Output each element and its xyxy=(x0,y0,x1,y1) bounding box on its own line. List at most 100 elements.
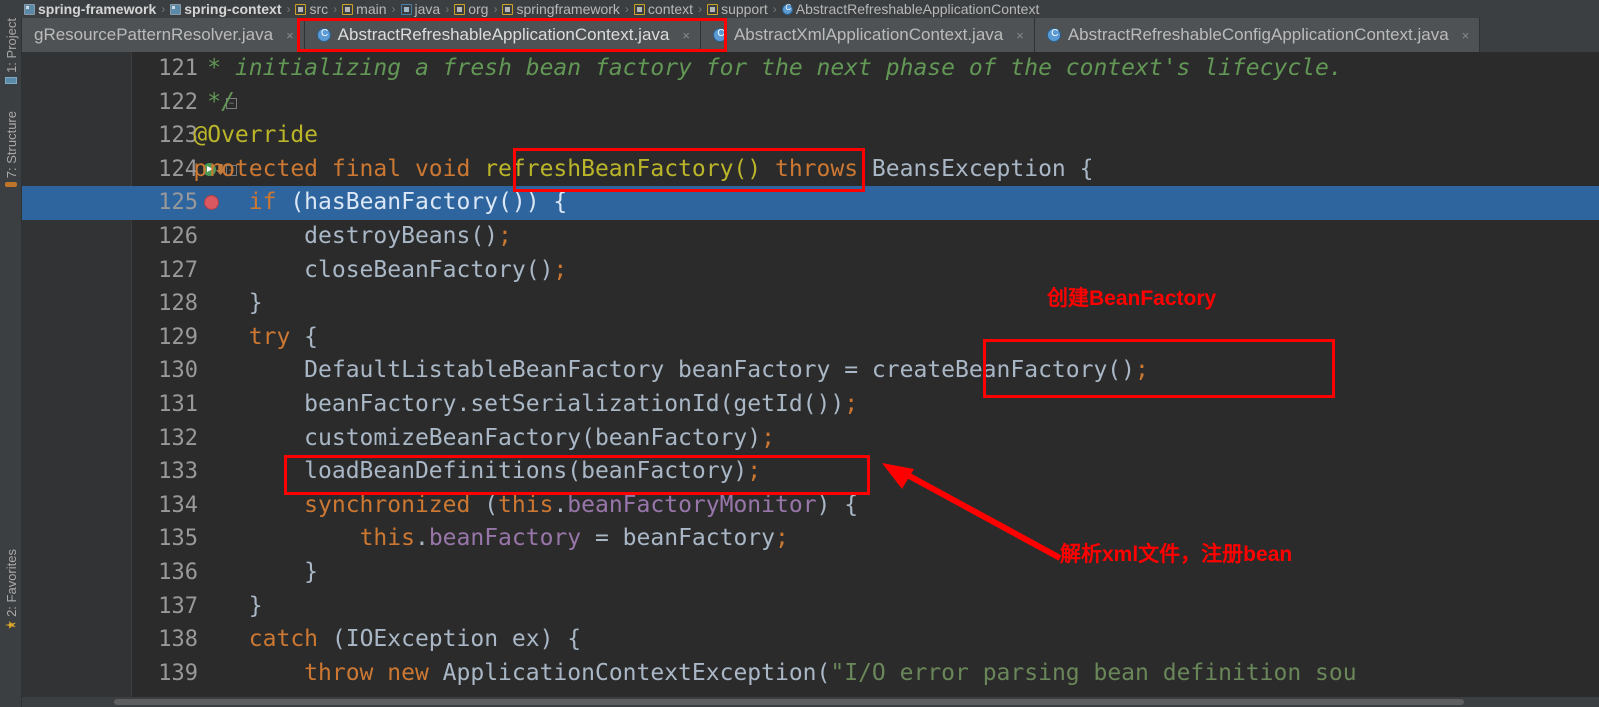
code-line-text: catch (IOException ex) { xyxy=(248,626,582,653)
editor-tab-bar: gResourcePatternResolver.java × Abstract… xyxy=(0,18,1599,52)
code-line-row[interactable]: 122− */ xyxy=(132,86,1599,120)
tab-abstract-xml-application-context[interactable]: AbstractXmlApplicationContext.java × xyxy=(700,18,1035,52)
code-line-text: * initializing a fresh bean factory for … xyxy=(138,55,1343,81)
horizontal-scrollbar[interactable] xyxy=(22,697,1599,707)
folder-icon xyxy=(707,3,719,15)
code-line-row[interactable]: 131 beanFactory.setSerializationId(getId… xyxy=(132,388,1599,422)
breadcrumb-item-org[interactable]: org xyxy=(450,0,492,18)
ide-window: spring-framework › spring-context › src … xyxy=(0,0,1599,707)
class-icon xyxy=(316,28,332,42)
tool-window-label: 1: Project xyxy=(3,18,19,73)
breadcrumb-label: org xyxy=(468,1,489,17)
breadcrumb-item-class[interactable]: AbstractRefreshableApplicationContext xyxy=(778,0,1044,18)
project-icon xyxy=(5,76,17,84)
code-line-text: throw new ApplicationContextException("I… xyxy=(304,659,1357,686)
code-line-text: */ xyxy=(138,88,235,115)
code-line-row[interactable]: 129 try { xyxy=(132,321,1599,355)
breadcrumb-label: src xyxy=(309,1,329,17)
code-line-row[interactable]: 124− protected final void refreshBeanFac… xyxy=(132,153,1599,187)
tab-label: AbstractRefreshableApplicationContext.ja… xyxy=(337,25,670,44)
code-line-row[interactable]: 138 catch (IOException ex) { xyxy=(132,623,1599,657)
module-icon xyxy=(24,3,35,15)
structure-icon xyxy=(5,182,17,187)
code-line-row[interactable]: 128 } xyxy=(132,287,1599,321)
code-editor[interactable]: 121 * initializing a fresh bean factory … xyxy=(22,52,1599,697)
code-line-text: } xyxy=(138,558,319,585)
code-line-text: } xyxy=(138,592,263,619)
class-icon xyxy=(712,28,728,42)
code-line-text: this.beanFactory = beanFactory; xyxy=(359,525,789,552)
folder-icon xyxy=(502,3,514,15)
code-line-text: try { xyxy=(248,323,319,350)
breadcrumb-item-java[interactable]: java xyxy=(397,0,445,18)
tab-abstract-refreshable-application-context[interactable]: AbstractRefreshableApplicationContext.ja… xyxy=(304,18,701,52)
folder-icon xyxy=(633,3,645,15)
code-line-row[interactable]: 135 this.beanFactory = beanFactory; xyxy=(132,522,1599,556)
source-folder-icon xyxy=(400,3,412,15)
code-line-text: protected final void refreshBeanFactory(… xyxy=(193,155,1094,182)
code-line-row[interactable]: 133 loadBeanDefinitions(beanFactory); xyxy=(132,455,1599,489)
folder-icon xyxy=(342,3,354,15)
close-icon[interactable]: × xyxy=(286,28,294,43)
code-line-text: beanFactory.setSerializationId(getId()); xyxy=(138,390,859,417)
close-icon[interactable]: × xyxy=(682,28,690,43)
breadcrumb: spring-framework › spring-context › src … xyxy=(0,0,1599,18)
breadcrumb-item-support[interactable]: support xyxy=(703,0,772,18)
code-line-text: synchronized (this.beanFactoryMonitor) { xyxy=(304,491,859,518)
tool-window-structure[interactable]: 7: Structure xyxy=(0,111,22,187)
left-tool-window-bar: 1: Project 7: Structure 2: Favorites xyxy=(0,18,22,707)
code-line-text: loadBeanDefinitions(beanFactory); xyxy=(138,458,762,485)
code-line-row[interactable]: 139 throw new ApplicationContextExceptio… xyxy=(132,657,1599,691)
create-bean-factory-note: 创建BeanFactory xyxy=(1047,287,1217,310)
breadcrumb-item-springframework[interactable]: springframework xyxy=(498,0,623,18)
favorites-icon xyxy=(5,621,17,629)
breadcrumb-label: spring-framework xyxy=(38,1,157,17)
code-line-text: if (hasBeanFactory()) { xyxy=(248,189,568,216)
code-line-row[interactable]: 130 DefaultListableBeanFactory beanFacto… xyxy=(132,354,1599,388)
breadcrumb-label: java xyxy=(414,1,441,17)
breadcrumb-item-spring-context[interactable]: spring-context xyxy=(166,0,285,18)
scrollbar-thumb[interactable] xyxy=(114,699,1464,705)
code-line-text: destroyBeans(); xyxy=(138,222,512,249)
folder-icon xyxy=(295,3,307,15)
code-line-text: closeBeanFactory(); xyxy=(138,256,568,283)
tool-window-project[interactable]: 1: Project xyxy=(0,18,22,84)
breadcrumb-label: springframework xyxy=(516,1,620,17)
breadcrumb-item-spring-framework[interactable]: spring-framework xyxy=(20,0,160,18)
code-line-row[interactable]: 126 destroyBeans(); xyxy=(132,220,1599,254)
tab-resource-pattern-resolver[interactable]: gResourcePatternResolver.java × xyxy=(22,18,305,52)
tab-label: AbstractRefreshableConfigApplicationCont… xyxy=(1067,25,1449,44)
breadcrumb-label: AbstractRefreshableApplicationContext xyxy=(795,1,1040,17)
code-line-text: @Override xyxy=(138,122,319,149)
code-line-row[interactable]: 136 } xyxy=(132,556,1599,590)
breadcrumb-label: main xyxy=(356,1,387,17)
breadcrumb-item-context[interactable]: context xyxy=(630,0,697,18)
breadcrumb-item-main[interactable]: main xyxy=(338,0,390,18)
close-icon[interactable]: × xyxy=(1462,28,1470,43)
tool-window-favorites[interactable]: 2: Favorites xyxy=(0,549,22,629)
code-line-row[interactable]: 134 synchronized (this.beanFactoryMonito… xyxy=(132,489,1599,523)
code-line-row[interactable]: 123 @Override xyxy=(132,119,1599,153)
tab-label: gResourcePatternResolver.java xyxy=(34,25,274,44)
code-line-text: } xyxy=(138,290,263,317)
code-line-row[interactable]: 125 if (hasBeanFactory()) { xyxy=(22,186,1599,220)
breadcrumb-label: context xyxy=(647,1,694,17)
class-icon xyxy=(1046,28,1062,42)
module-icon xyxy=(170,3,182,15)
load-bean-definitions-note: 解析xml文件，注册bean xyxy=(1060,543,1293,566)
code-line-row[interactable]: 127 closeBeanFactory(); xyxy=(132,254,1599,288)
code-lines[interactable]: 121 * initializing a fresh bean factory … xyxy=(22,52,1599,697)
class-icon xyxy=(781,3,794,15)
tool-window-label: 2: Favorites xyxy=(3,549,19,617)
breadcrumb-label: spring-context xyxy=(184,1,282,17)
code-line-row[interactable]: 132 customizeBeanFactory(beanFactory); xyxy=(132,422,1599,456)
code-line-text: DefaultListableBeanFactory beanFactory =… xyxy=(138,357,1149,384)
code-line-row[interactable]: 121 * initializing a fresh bean factory … xyxy=(132,52,1599,86)
breadcrumb-item-src[interactable]: src xyxy=(291,0,332,18)
code-line-row[interactable]: 137 } xyxy=(132,590,1599,624)
tab-abstract-refreshable-config-application-context[interactable]: AbstractRefreshableConfigApplicationCont… xyxy=(1034,18,1481,52)
breadcrumb-label: support xyxy=(721,1,768,17)
close-icon[interactable]: × xyxy=(1016,28,1024,43)
folder-icon xyxy=(454,3,466,15)
tool-window-label: 7: Structure xyxy=(3,111,19,179)
